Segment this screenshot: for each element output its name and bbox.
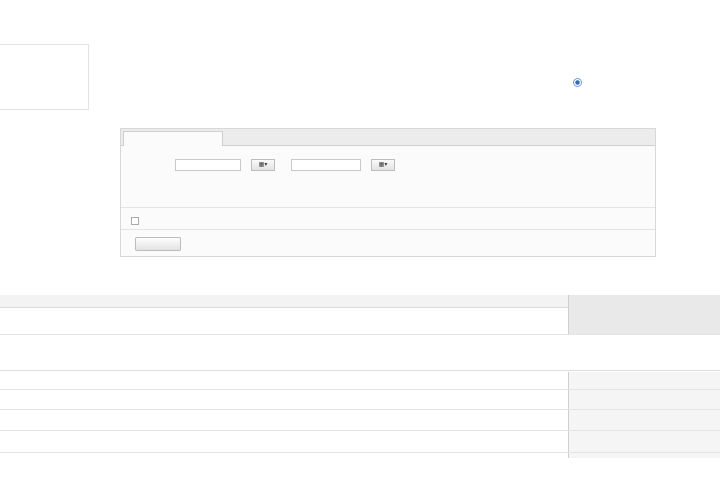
calendar-button[interactable]: ▦▾ <box>251 159 275 171</box>
divider <box>0 389 720 390</box>
tab-filter[interactable] <box>221 131 273 144</box>
divider <box>0 409 720 410</box>
tab-filter[interactable] <box>373 131 433 144</box>
divider <box>121 229 655 230</box>
sidebar-panel <box>0 44 89 110</box>
option-checkbox[interactable] <box>131 217 139 225</box>
tab-filter[interactable] <box>123 131 223 146</box>
divider <box>0 452 720 453</box>
divider <box>0 334 720 335</box>
calendar-icon: ▦▾ <box>258 162 268 168</box>
filter-panel: ▦▾ ▦▾ <box>120 128 656 257</box>
show-button[interactable] <box>135 237 181 251</box>
calendar-icon: ▦▾ <box>378 162 388 168</box>
column-divider <box>568 372 569 458</box>
divider <box>0 430 720 431</box>
autoupdate-radio[interactable] <box>573 78 582 87</box>
date-from-input[interactable] <box>175 159 241 171</box>
calendar-button[interactable]: ▦▾ <box>371 159 395 171</box>
summary-shaded-columns <box>568 295 720 334</box>
column-divider <box>568 295 569 334</box>
divider <box>121 207 655 208</box>
tab-filter[interactable] <box>323 131 373 144</box>
tab-filter[interactable] <box>273 131 323 144</box>
tab-filter[interactable] <box>433 131 499 144</box>
filter-tab-bar <box>121 129 655 146</box>
divider <box>0 370 720 371</box>
date-to-input[interactable] <box>291 159 361 171</box>
detail-shaded-columns <box>568 372 720 458</box>
